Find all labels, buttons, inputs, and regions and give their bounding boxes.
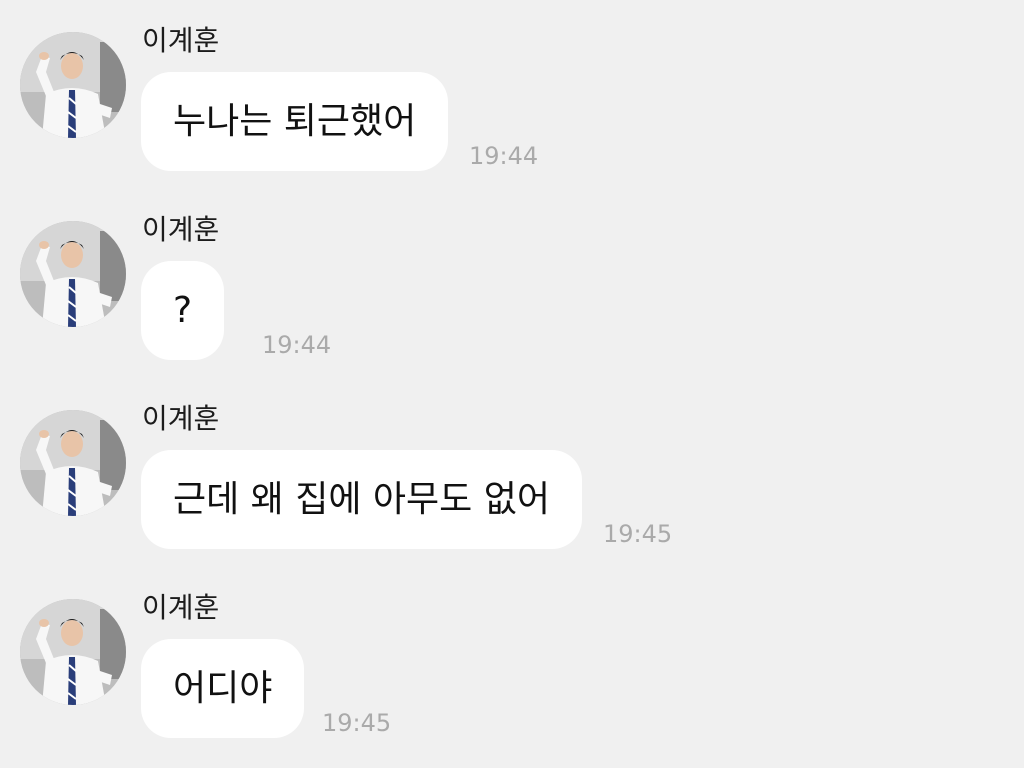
message-timestamp: 19:44 [262,331,332,359]
message-row: 이계훈 어디야 19:45 [0,567,1024,756]
avatar[interactable] [20,410,126,516]
sender-name: 이계훈 [142,213,220,246]
sender-name: 이계훈 [142,402,220,435]
avatar[interactable] [20,599,126,705]
message-bubble[interactable]: 누나는 퇴근했어 [141,72,449,171]
message-timestamp: 19:45 [603,520,673,548]
avatar-photo-icon [20,599,126,705]
avatar-photo-icon [20,32,126,138]
message-bubble[interactable]: 어디야 [141,639,305,738]
message-row: 이계훈 근데 왜 집에 아무도 없어 19:45 [0,378,1024,567]
avatar[interactable] [20,32,126,138]
avatar[interactable] [20,221,126,327]
sender-name: 이계훈 [142,24,220,57]
chat-window: 이계훈 누나는 퇴근했어 19:44 이계훈 ? 19:44 이계훈 근데 왜 … [0,0,1024,768]
message-row: 이계훈 ? 19:44 [0,189,1024,378]
sender-name: 이계훈 [142,591,220,624]
avatar-photo-icon [20,410,126,516]
avatar-photo-icon [20,221,126,327]
message-bubble[interactable]: ? [141,261,225,360]
message-timestamp: 19:44 [469,142,539,170]
message-timestamp: 19:45 [322,709,392,737]
message-row: 이계훈 누나는 퇴근했어 19:44 [0,0,1024,189]
message-bubble[interactable]: 근데 왜 집에 아무도 없어 [141,450,582,549]
